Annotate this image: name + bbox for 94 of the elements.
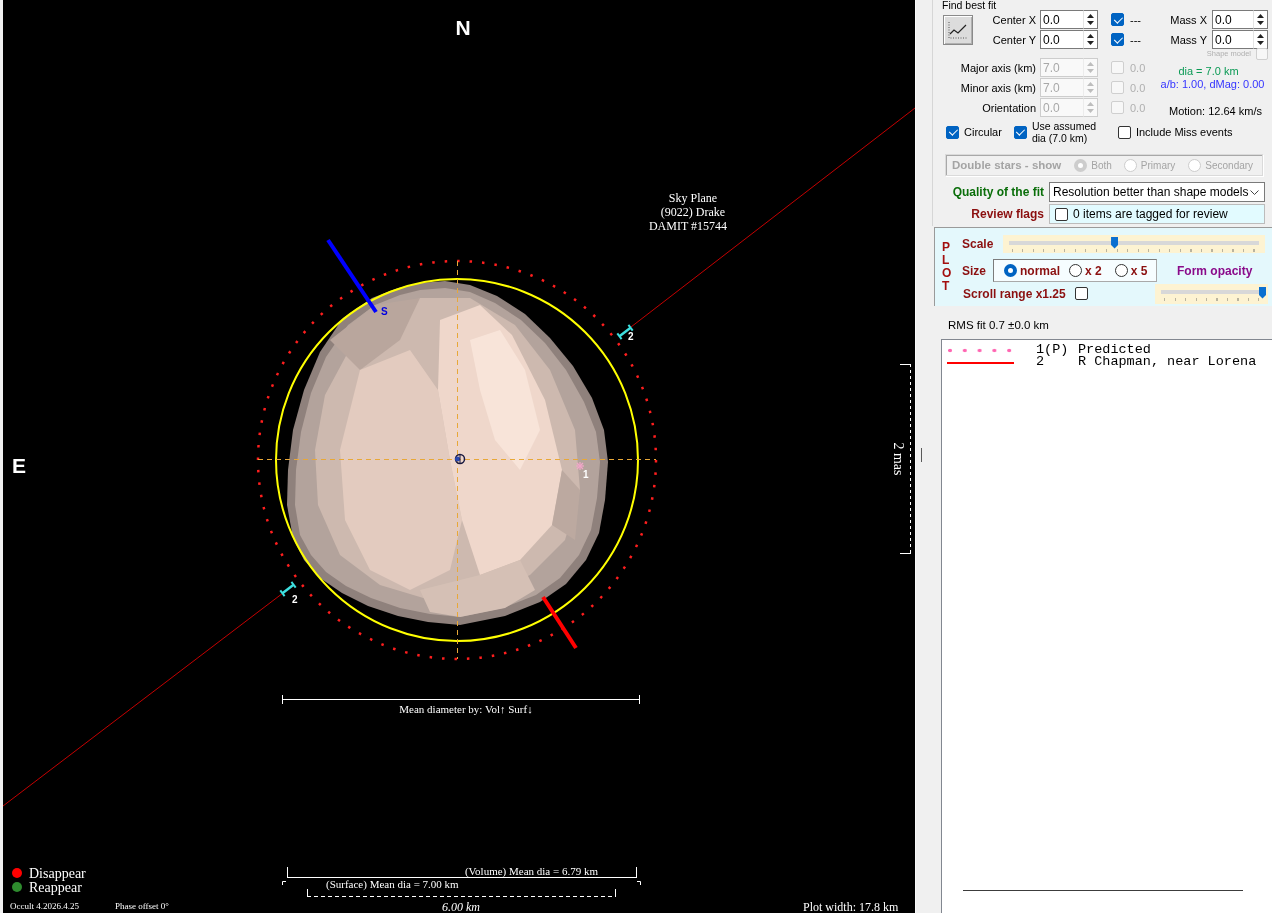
plot-width-text: Plot width: 17.8 km (803, 900, 899, 913)
spin-buttons[interactable] (1083, 10, 1098, 29)
checkbox[interactable] (1074, 287, 1088, 300)
diameter-caption: Mean diameter by: Vol↑ Surf↓ (399, 703, 533, 715)
checkbox[interactable] (1055, 207, 1068, 221)
observer-number: 1(P) (1036, 344, 1070, 356)
plot-group-title: PLOT (942, 240, 953, 294)
checkbox-label[interactable]: Use assumed dia (7.0 km) (1031, 120, 1106, 144)
checkbox[interactable] (1117, 125, 1131, 139)
field-label: Mass Y (1170, 33, 1207, 46)
field-label: Center X (992, 13, 1037, 26)
scale-label: 2 mas (891, 442, 906, 476)
spin-down-icon[interactable] (1257, 41, 1264, 45)
scroll-range-label: Scroll range x1.25 (963, 286, 1066, 301)
motion-text: Motion: 12.64 km/s (1168, 105, 1262, 117)
group-title: Find best fit (942, 0, 997, 10)
pole-line (541, 595, 578, 650)
surface-diameter-text: (Surface) Mean dia = 7.00 km (326, 878, 459, 890)
observer-name[interactable]: R Chapman, near Lorena (1078, 356, 1257, 368)
chord-label: 2 (628, 331, 634, 342)
observer-name[interactable]: Predicted (1078, 344, 1151, 356)
checkbox-label[interactable]: Include Miss events (1135, 126, 1233, 138)
field-label: Minor axis (km) (960, 81, 1037, 94)
fit-flag-text: --- (1130, 13, 1141, 26)
chevron-down-icon (1250, 189, 1259, 195)
radio-button[interactable] (1069, 264, 1082, 277)
fit-reading-text: 0.0 (1130, 81, 1146, 94)
legend-label: Reappear (29, 880, 82, 895)
chord-marker-icon (616, 323, 634, 341)
field-label: Orientation (982, 101, 1037, 114)
scale-slider[interactable] (1003, 234, 1265, 253)
quality-dropdown[interactable]: Resolution better than shape models (1049, 182, 1265, 202)
center-marker-icon (454, 453, 466, 465)
fit-reading-text: 0.0 (1130, 101, 1146, 114)
radio-button[interactable] (1114, 264, 1128, 277)
north-label: N (455, 16, 471, 39)
east-label: E (12, 454, 26, 477)
line-chart-icon (948, 20, 968, 39)
checkbox[interactable] (946, 125, 959, 139)
model-id: DAMIT #15744 (648, 219, 728, 233)
legend-label: Disappear (29, 866, 86, 881)
spin-field[interactable]: 0.0 (1040, 10, 1083, 29)
spin-up-icon[interactable] (1257, 14, 1264, 18)
spin-up-icon[interactable] (1087, 34, 1094, 38)
group-label: Double stars - show (952, 159, 1062, 171)
spin-field[interactable]: 0.0 (1212, 10, 1253, 29)
radio-label[interactable]: x 2 (1085, 263, 1102, 278)
scale-label: Scale (962, 236, 995, 251)
slider-thumb[interactable] (1111, 236, 1119, 249)
spin-up-icon[interactable] (1087, 14, 1094, 18)
spin-buttons[interactable] (1083, 30, 1098, 49)
review-flags-label: Review flags (970, 207, 1044, 221)
spin-field[interactable]: 0.0 (1212, 30, 1253, 49)
volume-diameter-text: (Volume) Mean dia = 6.79 km (464, 865, 598, 877)
splitter-handle[interactable] (915, 0, 922, 913)
field-label: Center Y (992, 33, 1037, 46)
star-marker-icon (575, 461, 585, 471)
radio-label[interactable]: normal (1020, 263, 1060, 278)
checkbox[interactable] (1013, 125, 1027, 139)
checkbox-label[interactable]: Circular (964, 126, 1002, 138)
fit-reading-text: 0.0 (1130, 61, 1146, 74)
radio-label[interactable]: x 5 (1130, 263, 1148, 278)
chord-label: 2 (292, 594, 298, 605)
radio-button[interactable] (1004, 264, 1017, 277)
plot-title: Sky Plane (668, 191, 718, 205)
spin-up-icon[interactable] (1257, 34, 1264, 38)
spin-down-icon[interactable] (1087, 41, 1094, 45)
star-marker-label: 1 (583, 469, 589, 480)
fit-flag-text: --- (1130, 33, 1141, 46)
pole-label: S (381, 306, 388, 317)
field-label: Mass X (1170, 13, 1207, 26)
diameter-note: dia = 7.0 km (1178, 65, 1240, 77)
checkbox-label[interactable]: 0 items are tagged for review (1073, 207, 1228, 221)
opacity-slider[interactable] (1155, 283, 1268, 304)
spin-down-icon[interactable] (1087, 21, 1094, 25)
size-label: Size (962, 263, 987, 278)
ratio-note: a/b: 1.00, dMag: 0.00 (1160, 78, 1265, 90)
quality-label: Quality of the fit (951, 185, 1044, 199)
spin-down-icon[interactable] (1257, 21, 1264, 25)
spin-field[interactable]: 0.0 (1040, 30, 1083, 49)
asteroid-name: (9022) Drake (660, 205, 726, 219)
version-text: Occult 4.2026.4.25 (10, 901, 79, 911)
km-scale-label: 6.00 km (442, 900, 480, 913)
field-label: Major axis (km) (960, 61, 1037, 74)
observer-number: 2 (1036, 356, 1045, 368)
spin-buttons[interactable] (1253, 30, 1268, 49)
checkbox[interactable] (1111, 13, 1124, 26)
checkbox[interactable] (1111, 33, 1124, 46)
spin-buttons[interactable] (1253, 10, 1268, 29)
form-opacity-label: Form opacity (1177, 263, 1253, 278)
rms-fit-text: RMS fit 0.7 ±0.0 km (948, 318, 1049, 333)
phase-offset-text: Phase offset 0° (115, 901, 169, 911)
slider-thumb[interactable] (1259, 286, 1266, 299)
find-best-fit-button[interactable] (943, 14, 973, 45)
